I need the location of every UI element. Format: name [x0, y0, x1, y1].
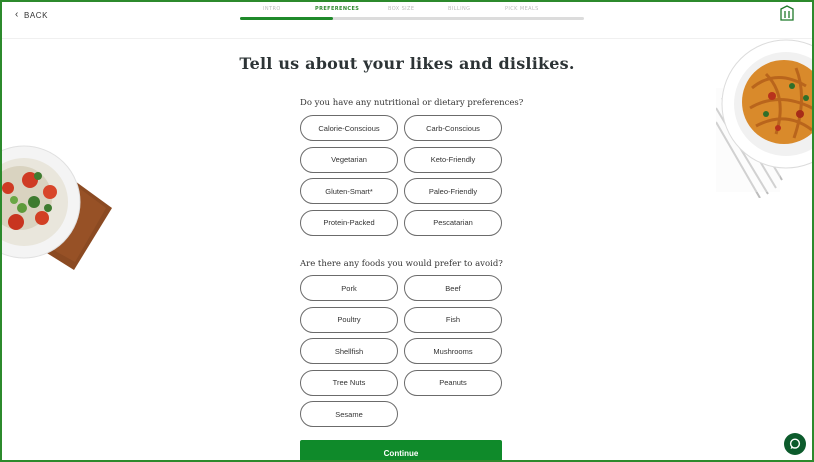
header-divider — [2, 38, 812, 39]
option-pescatarian[interactable]: Pescatarian — [404, 209, 502, 236]
option-vegetarian[interactable]: Vegetarian — [300, 146, 398, 173]
option-protein-packed[interactable]: Protein-Packed — [300, 209, 398, 236]
step-preferences: PREFERENCES — [315, 6, 360, 12]
step-progress: INTRO PREFERENCES BOX SIZE BILLING PICK … — [240, 6, 584, 20]
chat-button[interactable] — [784, 433, 806, 455]
step-billing: BILLING — [448, 6, 471, 12]
option-tree-nuts[interactable]: Tree Nuts — [300, 369, 398, 396]
back-button[interactable]: ‹ BACK — [15, 10, 48, 20]
continue-button[interactable]: Continue — [300, 440, 502, 460]
option-pork[interactable]: Pork — [300, 275, 398, 301]
page-title: Tell us about your likes and dislikes. — [239, 54, 575, 73]
avoid-question: Are there any foods you would prefer to … — [300, 259, 503, 269]
step-pick-meals: PICK MEALS — [505, 6, 539, 12]
option-fish[interactable]: Fish — [404, 306, 502, 333]
salad-plate-image — [2, 145, 112, 270]
option-keto-friendly[interactable]: Keto-Friendly — [404, 146, 502, 173]
option-gluten-smart[interactable]: Gluten-Smart* — [300, 178, 398, 204]
option-poultry[interactable]: Poultry — [300, 306, 398, 333]
app-frame: ‹ BACK INTRO PREFERENCES BOX SIZE BILLIN… — [0, 0, 814, 462]
option-peanuts[interactable]: Peanuts — [404, 369, 502, 396]
option-carb-conscious[interactable]: Carb-Conscious — [404, 115, 502, 141]
dietary-question: Do you have any nutritional or dietary p… — [300, 98, 524, 108]
back-label: BACK — [23, 10, 49, 20]
chat-bubble-icon — [789, 438, 801, 449]
chevron-left-icon: ‹ — [15, 9, 19, 20]
option-shellfish[interactable]: Shellfish — [300, 338, 398, 364]
step-box-size: BOX SIZE — [388, 6, 415, 12]
option-beef[interactable]: Beef — [404, 275, 502, 301]
brand-logo-icon — [780, 5, 794, 21]
dietary-options: Calorie-Conscious Carb-Conscious Vegetar… — [300, 115, 502, 236]
option-paleo-friendly[interactable]: Paleo-Friendly — [404, 178, 502, 204]
option-sesame[interactable]: Sesame — [300, 401, 398, 427]
progress-fill — [240, 17, 333, 20]
avoid-options: Pork Beef Poultry Fish Shellfish Mushroo… — [300, 275, 502, 427]
option-mushrooms[interactable]: Mushrooms — [404, 338, 502, 364]
step-intro: INTRO — [263, 6, 281, 12]
progress-track — [240, 17, 584, 20]
option-calorie-conscious[interactable]: Calorie-Conscious — [300, 115, 398, 141]
